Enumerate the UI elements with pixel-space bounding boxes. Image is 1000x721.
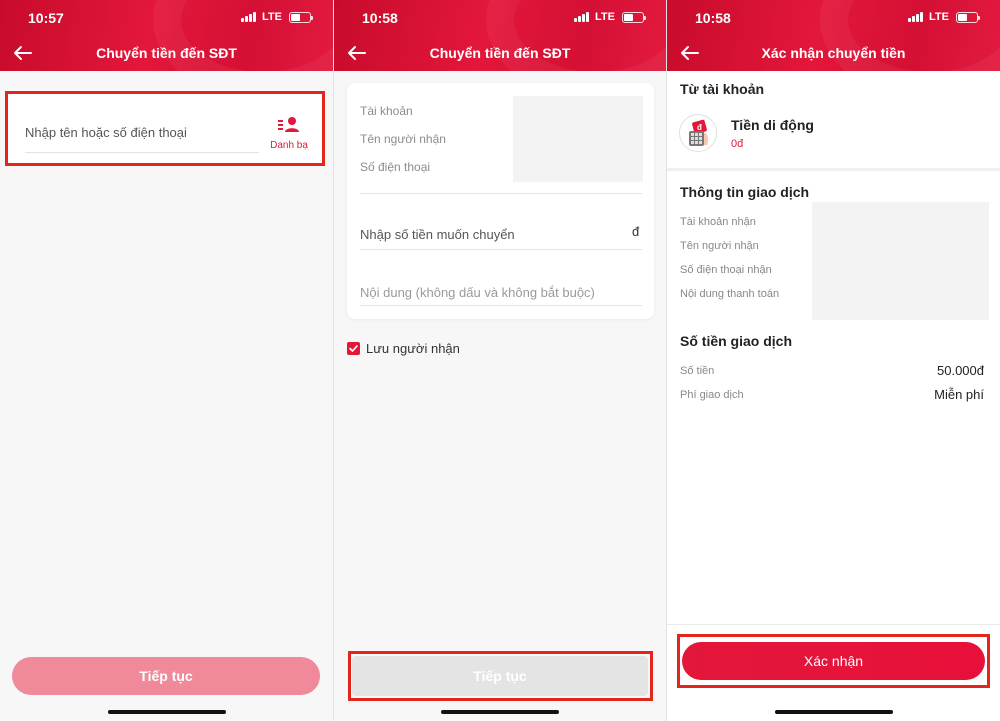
save-recipient-label: Lưu người nhận (366, 341, 460, 356)
amount-section-title: Số tiền giao dịch (680, 333, 793, 349)
wallet-balance: 0đ (731, 138, 744, 150)
status-indicators: LTE (574, 11, 646, 23)
receiver-account-label: Tài khoản nhận (680, 216, 756, 228)
fee-label: Phí giao dịch (680, 389, 744, 401)
battery-icon (622, 11, 646, 23)
divider (360, 249, 642, 250)
app-header: 10:58 LTE Xác nhận chuyển tiền (667, 0, 1000, 71)
checkmark-icon (349, 345, 358, 352)
app-header: 10:57 LTE Chuyển tiền đến SĐT (0, 0, 333, 71)
signal-icon (241, 12, 257, 22)
recipient-name-label: Tên người nhận (360, 132, 446, 146)
page-title: Xác nhận chuyển tiền (761, 45, 906, 61)
from-account-title: Từ tài khoản (680, 81, 765, 97)
note-input[interactable]: Nội dung (không dấu và không bắt buộc) (360, 285, 595, 300)
screen-enter-amount: 10:58 LTE Chuyển tiền đến SĐT Tài khoản … (334, 0, 666, 721)
transaction-info-placeholder (812, 202, 989, 320)
amount-input[interactable]: Nhập số tiền muốn chuyển (360, 227, 515, 242)
home-indicator (441, 710, 559, 714)
fee-value: Miễn phí (934, 387, 984, 402)
status-indicators: LTE (908, 11, 980, 23)
screen-enter-phone: 10:57 LTE Chuyển tiền đến SĐT Danh bạ Ti… (0, 0, 333, 721)
status-time: 10:58 (362, 10, 398, 26)
divider (360, 193, 642, 194)
svg-text:đ: đ (697, 123, 702, 132)
divider (360, 305, 642, 306)
battery-icon (956, 11, 980, 23)
home-indicator (107, 710, 226, 714)
highlight-box (5, 91, 325, 166)
bottom-divider (667, 624, 1000, 625)
status-indicators: LTE (241, 11, 313, 23)
battery-icon (289, 11, 313, 23)
receiver-name-label: Tên người nhận (680, 240, 759, 252)
page-title: Chuyển tiền đến SĐT (96, 45, 237, 61)
network-type: LTE (929, 11, 949, 23)
network-type: LTE (595, 11, 615, 23)
status-time: 10:58 (695, 10, 731, 26)
wallet-name: Tiền di động (731, 117, 814, 133)
amount-label: Số tiền (680, 365, 715, 377)
highlight-box (348, 651, 653, 701)
signal-icon (574, 12, 590, 22)
account-label: Tài khoản (360, 104, 413, 118)
mobile-wallet-icon: đ (679, 114, 717, 152)
network-type: LTE (262, 11, 282, 23)
transaction-info-title: Thông tin giao dịch (680, 184, 810, 200)
home-indicator (774, 710, 893, 714)
payment-note-label: Nội dung thanh toán (680, 288, 780, 300)
app-header: 10:58 LTE Chuyển tiền đến SĐT (334, 0, 666, 71)
highlight-box (677, 634, 990, 688)
section-divider (667, 168, 1000, 171)
status-time: 10:57 (28, 10, 64, 26)
save-recipient-checkbox[interactable] (347, 342, 360, 355)
amount-value: 50.000đ (937, 363, 984, 378)
receiver-phone-label: Số điện thoại nhận (680, 264, 772, 276)
transfer-form-card: Tài khoản Tên người nhận Số điện thoại N… (347, 83, 654, 319)
signal-icon (908, 12, 924, 22)
phone-label: Số điện thoại (360, 160, 431, 174)
recipient-info-placeholder (513, 96, 643, 182)
currency-symbol: đ (632, 224, 640, 239)
page-title: Chuyển tiền đến SĐT (429, 45, 571, 61)
continue-button[interactable]: Tiếp tục (12, 657, 320, 695)
screen-confirm-transfer: 10:58 LTE Xác nhận chuyển tiền Từ tài kh… (667, 0, 1000, 721)
